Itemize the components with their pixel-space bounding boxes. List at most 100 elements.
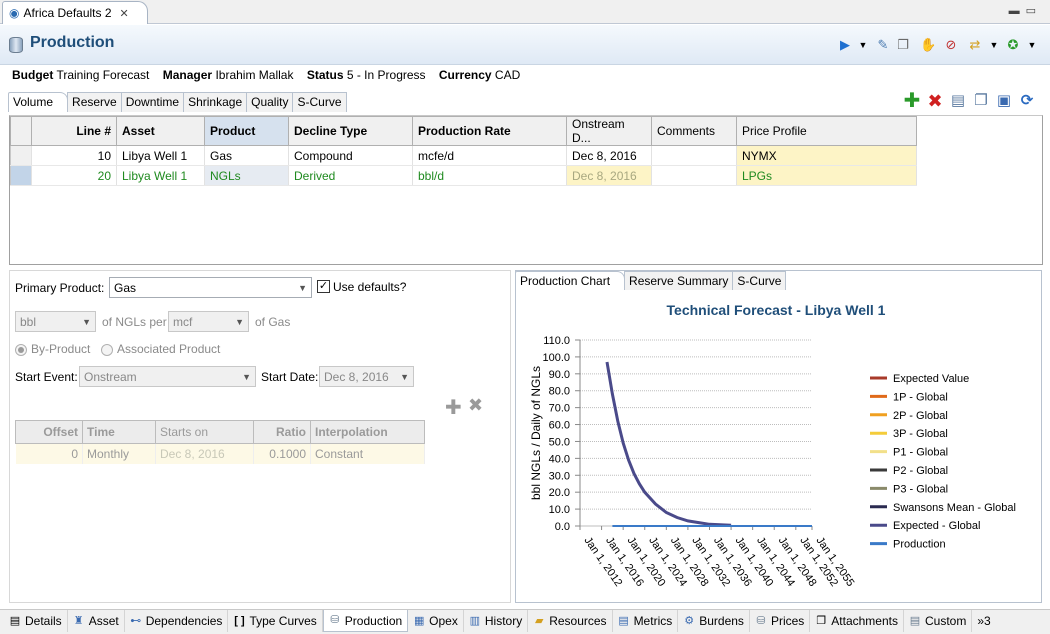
cell-decline-type[interactable]: Derived xyxy=(288,165,413,186)
cell-line-number[interactable]: 10 xyxy=(31,145,117,166)
refresh-icon[interactable]: ⟳ xyxy=(1018,92,1036,110)
col-price-profile[interactable]: Price Profile xyxy=(736,116,917,146)
use-defaults-checkbox[interactable]: ✓ xyxy=(317,280,330,293)
unit2-select[interactable]: mcf ▼ xyxy=(168,311,249,332)
col-starts-on[interactable]: Starts on xyxy=(155,420,254,444)
edit-row-icon[interactable]: ▤ xyxy=(949,92,967,110)
tab-chart-s-curve[interactable]: S-Curve xyxy=(732,271,787,290)
cell-onstream-date[interactable]: Dec 8, 2016 xyxy=(566,165,652,186)
dependencies-icon: ⊷ xyxy=(130,614,142,627)
start-event-select[interactable]: Onstream ▼ xyxy=(79,366,256,387)
tab-dependencies[interactable]: ⊷ Dependencies xyxy=(125,610,229,632)
cell-ratio[interactable]: 0.1000 xyxy=(253,443,311,464)
add-ratio-icon[interactable]: ✚ xyxy=(445,395,462,420)
save-icon[interactable]: ▣ xyxy=(995,92,1013,110)
minimize-icon[interactable]: ▬ xyxy=(1009,5,1026,17)
cell-offset[interactable]: 0 xyxy=(15,443,83,464)
cell-line-number[interactable]: 20 xyxy=(31,165,117,186)
cell-comments[interactable] xyxy=(651,145,737,166)
tab-asset[interactable]: ♜ Asset xyxy=(68,610,125,632)
chevron-down-icon[interactable]: ▼ xyxy=(987,38,1001,52)
tab-opex[interactable]: ▦ Opex xyxy=(408,610,464,632)
add-row-icon[interactable]: ✚ xyxy=(903,91,921,111)
tab-volume[interactable]: Volume xyxy=(8,92,69,112)
close-icon[interactable]: ✕ xyxy=(120,7,129,20)
tab-metrics[interactable]: ▤ Metrics xyxy=(613,610,679,632)
ratio-header-row: Offset Time Starts on Ratio Interpolatio… xyxy=(15,420,425,444)
col-offset[interactable]: Offset xyxy=(15,420,83,444)
tab-prices[interactable]: ⛁ Prices xyxy=(750,610,811,632)
editor-tab[interactable]: ◉ Africa Defaults 2 ✕ xyxy=(2,1,148,24)
cell-time[interactable]: Monthly xyxy=(82,443,156,464)
run-icon[interactable]: ▶ xyxy=(838,38,852,52)
table-row[interactable]: 20 Libya Well 1 NGLs Derived bbl/d Dec 8… xyxy=(10,165,917,186)
reject-icon[interactable]: ⊘ xyxy=(944,38,958,52)
chevron-down-icon[interactable]: ▼ xyxy=(1025,38,1039,52)
cell-production-rate[interactable]: bbl/d xyxy=(412,165,567,186)
by-product-radio[interactable] xyxy=(15,342,27,356)
copy-row-icon[interactable]: ❐ xyxy=(972,92,990,110)
cell-product[interactable]: NGLs xyxy=(204,165,289,186)
row-header[interactable] xyxy=(10,165,32,186)
col-interpolation[interactable]: Interpolation xyxy=(310,420,425,444)
tab-details[interactable]: ▤ Details xyxy=(4,610,68,632)
tab-quality[interactable]: Quality xyxy=(246,92,294,112)
tab-reserve[interactable]: Reserve xyxy=(67,92,122,112)
delete-ratio-icon[interactable]: ✖ xyxy=(468,395,483,416)
row-header[interactable] xyxy=(10,145,32,166)
tab-reserve-summary[interactable]: Reserve Summary xyxy=(624,271,734,290)
tab-custom[interactable]: ▤ Custom xyxy=(904,610,973,632)
tab-history[interactable]: ▥ History xyxy=(464,610,529,632)
refresh-green-icon[interactable]: ✪ xyxy=(1006,38,1020,52)
start-date-picker[interactable]: Dec 8, 2016 ▼ xyxy=(319,366,414,387)
cell-onstream-date[interactable]: Dec 8, 2016 xyxy=(566,145,652,166)
cell-asset[interactable]: Libya Well 1 xyxy=(116,165,205,186)
associated-product-label: Associated Product xyxy=(117,342,221,356)
more-tabs-button[interactable]: »3 xyxy=(972,610,995,632)
status-value: 5 - In Progress xyxy=(346,68,426,82)
cell-asset[interactable]: Libya Well 1 xyxy=(116,145,205,166)
cell-product[interactable]: Gas xyxy=(204,145,289,166)
cell-decline-type[interactable]: Compound xyxy=(288,145,413,166)
cell-price-profile[interactable]: NYMX xyxy=(736,145,917,166)
cell-production-rate[interactable]: mcfe/d xyxy=(412,145,567,166)
col-time[interactable]: Time xyxy=(82,420,156,444)
tab-s-curve[interactable]: S-Curve xyxy=(292,92,347,112)
copy-icon[interactable]: ❐ xyxy=(896,38,910,52)
approve-icon[interactable]: ✋ xyxy=(920,38,936,52)
chart-tabs: Production Chart Reserve Summary S-Curve xyxy=(515,271,787,290)
cell-starts-on[interactable]: Dec 8, 2016 xyxy=(155,443,254,464)
col-line-number[interactable]: Line # xyxy=(31,116,117,146)
table-row[interactable]: 0 Monthly Dec 8, 2016 0.1000 Constant xyxy=(15,443,425,464)
cell-price-profile[interactable]: LPGs xyxy=(736,165,917,186)
tab-production[interactable]: ⛁ Production xyxy=(322,610,409,632)
tab-type-curves[interactable]: [ ] Type Curves xyxy=(228,610,323,632)
tab-shrinkage[interactable]: Shrinkage xyxy=(183,92,248,112)
tab-downtime[interactable]: Downtime xyxy=(120,92,185,112)
col-decline-type[interactable]: Decline Type xyxy=(288,116,413,146)
primary-product-select[interactable]: Gas ▼ xyxy=(109,277,312,298)
col-production-rate[interactable]: Production Rate xyxy=(412,116,567,146)
cell-comments[interactable] xyxy=(651,165,737,186)
col-ratio[interactable]: Ratio xyxy=(253,420,311,444)
workflow-icon[interactable]: ⇄ xyxy=(968,38,982,52)
chevron-down-icon[interactable]: ▼ xyxy=(856,38,870,52)
unit1-select[interactable]: bbl ▼ xyxy=(15,311,96,332)
col-product[interactable]: Product xyxy=(204,116,289,146)
legend-item-label: P3 - Global xyxy=(893,483,948,495)
cell-interpolation[interactable]: Constant xyxy=(310,443,425,464)
tab-attachments[interactable]: ❐ Attachments xyxy=(810,610,904,632)
opex-icon: ▦ xyxy=(413,614,425,627)
maximize-icon[interactable]: ▭ xyxy=(1026,5,1042,17)
prices-icon: ⛁ xyxy=(756,614,766,627)
tab-resources[interactable]: ▰ Resources xyxy=(528,610,613,632)
delete-row-icon[interactable]: ✖ xyxy=(926,92,944,110)
associated-product-radio[interactable] xyxy=(101,342,113,356)
table-row[interactable]: 10 Libya Well 1 Gas Compound mcfe/d Dec … xyxy=(10,145,917,166)
col-comments[interactable]: Comments xyxy=(651,116,737,146)
tab-burdens[interactable]: ⚙ Burdens xyxy=(678,610,750,632)
col-onstream-date[interactable]: Onstream D... xyxy=(566,116,652,146)
tab-production-chart[interactable]: Production Chart xyxy=(515,271,626,290)
col-asset[interactable]: Asset xyxy=(116,116,205,146)
edit-icon[interactable]: ✎ xyxy=(876,38,890,52)
